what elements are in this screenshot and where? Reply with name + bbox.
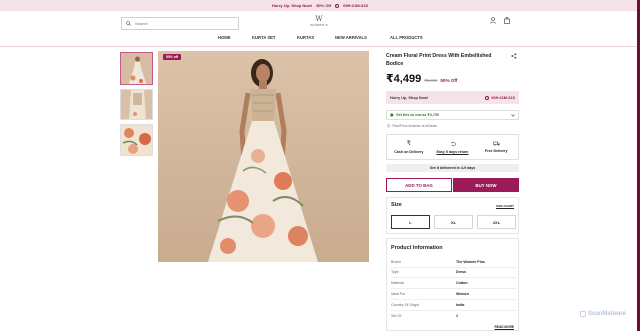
share-icon[interactable]: [511, 53, 517, 59]
hurry-timer: 00H:21M:31S: [491, 95, 515, 100]
search-input[interactable]: [135, 21, 225, 26]
truck-icon: [492, 141, 500, 146]
promo-timer: 00H:21M:31S: [343, 3, 369, 8]
nav-item-home[interactable]: HOME: [218, 35, 231, 40]
hurry-timer-group: 00H:21M:31S: [485, 95, 515, 100]
price-row: ₹4,499 ₹8,999 50% Off: [386, 72, 457, 85]
hurry-banner: Hurry Up, Shop Now! 00H:21M:31S: [386, 91, 519, 104]
info-value: Cotton: [456, 281, 468, 285]
fabric-print-thumbnail-image: [121, 125, 152, 155]
product-information: Product Information Brand The Women Plus…: [386, 238, 519, 331]
feature-free-delivery: Free Delivery: [474, 135, 518, 159]
search-bar[interactable]: [121, 17, 239, 30]
watermark-logo-icon: [580, 311, 586, 317]
info-heading: Product Information: [391, 245, 443, 251]
rupee-icon: ₹: [406, 141, 411, 147]
info-divider: [391, 288, 516, 289]
read-more-link[interactable]: READ MORE: [495, 325, 514, 329]
size-option-2xl[interactable]: 2XL: [477, 215, 516, 229]
info-divider: [391, 299, 516, 300]
buy-now-button[interactable]: BUY NOW: [453, 178, 519, 192]
nav-divider: [0, 46, 640, 47]
discount-badge: 50% off: [163, 54, 182, 60]
logo-mark: W: [315, 15, 323, 23]
logo-text: WOMEN'S: [310, 23, 328, 27]
size-option-xl[interactable]: XL: [434, 215, 473, 229]
tax-note: Final Price Inclusive of all taxes: [387, 124, 437, 128]
hurry-label: Hurry Up, Shop Now!: [390, 95, 429, 100]
info-key: Brand: [391, 260, 401, 264]
delivery-estimate: Get it delivered in 4-9 days: [386, 164, 519, 172]
nav-item-new-arrivals[interactable]: NEW ARRIVALS: [335, 35, 367, 40]
offer-content: Get this as low as ₹3,799: [390, 113, 439, 117]
nav-item-all-products[interactable]: ALL PRODUCTS: [390, 35, 423, 40]
brand-logo[interactable]: W WOMEN'S: [302, 15, 336, 32]
chevron-down-icon[interactable]: [511, 113, 515, 117]
feature-cod: ₹ Cash on Delivery: [387, 135, 431, 159]
gallery-thumbnail-3[interactable]: [120, 124, 153, 156]
nav-item-kurta-set[interactable]: KURTA SET: [252, 35, 276, 40]
info-value: 1: [456, 314, 458, 318]
feature-return-label: Easy 5 days return: [436, 149, 469, 154]
info-value: India: [456, 303, 465, 307]
discount-percent: 50% Off: [440, 78, 458, 83]
feature-cod-label: Cash on Delivery: [394, 150, 424, 154]
feature-strip: ₹ Cash on Delivery Easy 5 days return Fr…: [386, 134, 519, 160]
dress-front-thumbnail-image: [121, 53, 152, 84]
header-icons: [490, 17, 510, 24]
feature-delivery-label: Free Delivery: [484, 149, 508, 153]
size-chart-link[interactable]: SIZE CHART: [496, 204, 514, 208]
shopping-bag-icon[interactable]: [504, 17, 510, 24]
info-key: Ideal For: [391, 292, 406, 296]
info-icon: [387, 124, 391, 128]
return-icon: [450, 141, 456, 146]
clock-icon: [335, 3, 340, 8]
info-value: Dress: [456, 270, 466, 274]
search-icon: [126, 21, 131, 26]
nav-item-kurtas[interactable]: KURTAS: [297, 35, 314, 40]
info-divider: [391, 267, 516, 268]
info-key: Country Of Origin: [391, 303, 419, 307]
original-price: ₹8,999: [424, 78, 438, 83]
info-divider: [391, 310, 516, 311]
current-price: ₹4,499: [386, 73, 422, 85]
info-key: Set Of: [391, 314, 402, 318]
info-divider: [391, 277, 516, 278]
main-product-image[interactable]: 50% off: [158, 51, 369, 262]
promo-discount: 50% Off: [316, 3, 332, 8]
feature-return[interactable]: Easy 5 days return: [431, 135, 475, 159]
promo-text: Hurry Up, Shop Now!: [271, 3, 313, 8]
info-key: Material: [391, 281, 404, 285]
clock-icon: [485, 95, 490, 100]
watermark-text: ScanMalware: [588, 311, 627, 317]
model-dress-illustration: [158, 51, 369, 262]
gallery-thumbnail-1[interactable]: [120, 52, 153, 85]
info-value: The Women Plus: [456, 260, 485, 264]
offer-text: Get this as low as ₹3,799: [396, 113, 439, 117]
tax-note-text: Final Price Inclusive of all taxes: [392, 124, 437, 128]
tag-icon: [390, 113, 394, 117]
info-key: Type: [391, 270, 399, 274]
watermark: ScanMalware: [580, 311, 626, 317]
info-value: Women: [456, 292, 469, 296]
promo-bar: Hurry Up, Shop Now! 50% Off 00H:21M:31S: [0, 0, 640, 11]
size-option-l[interactable]: L: [391, 215, 430, 229]
size-heading: Size: [391, 202, 402, 208]
gallery-thumbnail-2[interactable]: [120, 89, 153, 120]
dress-detail-thumbnail-image: [121, 90, 152, 119]
add-to-bag-button[interactable]: ADD TO BAG: [386, 178, 452, 192]
user-icon[interactable]: [490, 17, 496, 24]
offer-banner[interactable]: Get this as low as ₹3,799: [386, 110, 519, 120]
size-selector: Size SIZE CHART L XL 2XL: [386, 197, 519, 234]
main-nav: HOME KURTA SET KURTAS NEW ARRIVALS ALL P…: [0, 35, 640, 44]
product-title: Cream Floral Print Dress With Embellishe…: [386, 53, 492, 67]
action-buttons: ADD TO BAG BUY NOW: [386, 178, 519, 192]
